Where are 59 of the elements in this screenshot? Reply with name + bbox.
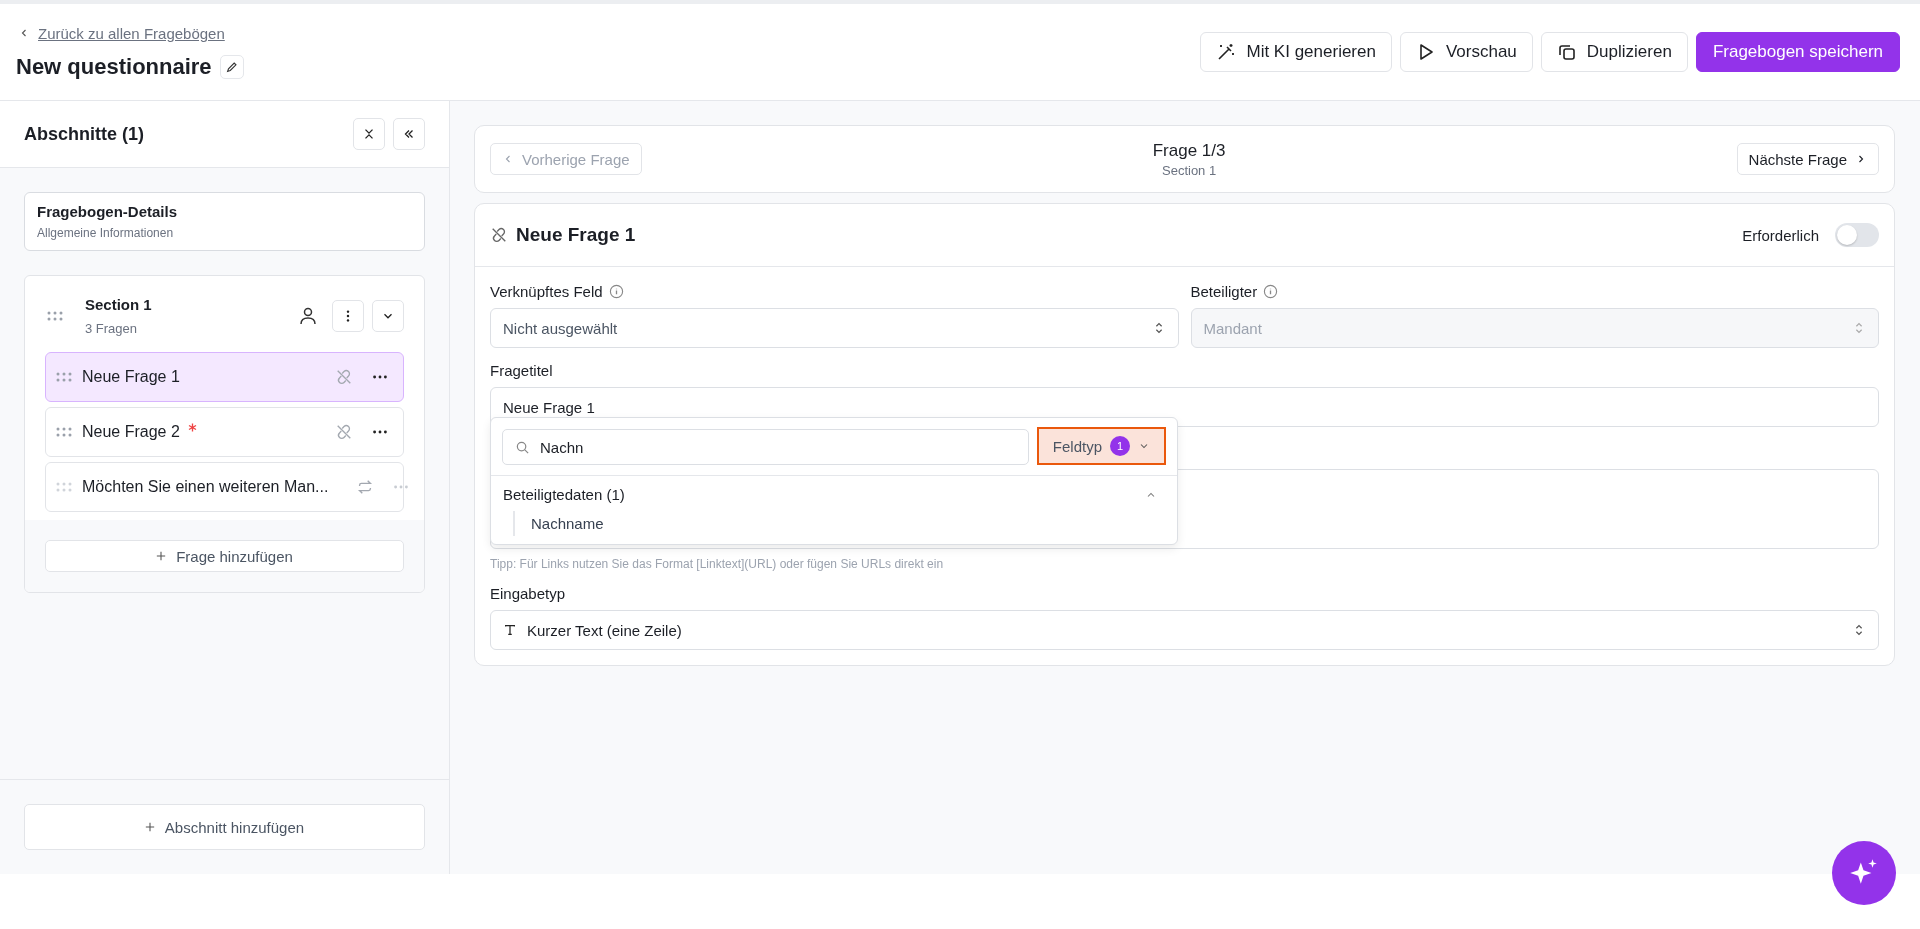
hint-text: Tipp: Für Links nutzen Sie das Format [Linktext](URL) oder fügen Sie URLs direkt ein	[490, 557, 945, 571]
collapse-icon	[362, 127, 376, 141]
question-item[interactable]: Neue Frage 2	[45, 407, 404, 457]
double-chevron-left-icon	[402, 127, 416, 141]
field-label: Eingabetyp	[490, 585, 567, 602]
details-subtitle: Allgemeine Informationen	[37, 226, 175, 240]
person-icon[interactable]	[298, 306, 318, 326]
search-field[interactable]: Nachn	[502, 429, 1029, 465]
unlink-icon	[335, 423, 353, 441]
section-title: Section 1	[85, 296, 153, 313]
field-label: Beteiligter	[1190, 283, 1258, 300]
drag-handle-icon[interactable]	[56, 427, 72, 437]
required-toggle[interactable]	[1835, 223, 1879, 247]
field-type-filter[interactable]: Feldtyp 1	[1036, 427, 1166, 465]
question-item[interactable]: Neue Frage 1	[45, 352, 404, 402]
next-question-button[interactable]: Nächste Frage	[1736, 143, 1879, 175]
questionnaire-title: New questionnaire	[16, 53, 212, 80]
text-type-icon	[503, 623, 517, 637]
input-type-select[interactable]: Kurzer Text (eine Zeile)	[490, 610, 1879, 650]
sidebar-title: Abschnitte (1)	[24, 123, 144, 145]
pencil-icon	[224, 59, 239, 74]
section-label: Section 1	[1162, 162, 1217, 178]
drag-handle-icon[interactable]	[56, 372, 72, 382]
back-link[interactable]: Zurück zu allen Fragebögen	[16, 24, 244, 42]
required-label: Erforderlich	[1742, 226, 1819, 244]
question-title: Möchten Sie einen weiteren Man...	[82, 478, 329, 496]
details-title: Fragebogen-Details	[37, 203, 179, 220]
collapse-sidebar-button[interactable]	[393, 118, 425, 150]
plus-icon	[144, 822, 155, 832]
search-icon	[515, 439, 530, 455]
unlink-icon	[490, 226, 508, 244]
field-label: Fragetitel	[490, 362, 554, 379]
info-icon[interactable]	[608, 284, 624, 299]
question-count: 3 Fragen	[85, 321, 139, 336]
drag-handle-icon[interactable]	[47, 311, 63, 321]
edit-title-button[interactable]	[219, 54, 244, 79]
question-heading: Neue Frage 1	[516, 224, 636, 246]
field-label: Verknüpftes Feld	[490, 283, 603, 300]
copy-icon	[1556, 42, 1577, 62]
question-title: Neue Frage 2	[82, 423, 180, 441]
question-title: Neue Frage 1	[82, 368, 180, 386]
details-card[interactable]: Fragebogen-Details Allgemeine Informationen	[24, 192, 425, 251]
question-position: Frage 1/3	[1152, 140, 1226, 161]
info-icon[interactable]	[1263, 284, 1279, 299]
unlink-icon	[335, 368, 353, 386]
generate-button[interactable]: Mit KI generieren	[1200, 32, 1392, 72]
group-header[interactable]: Beteiligtedaten (1)	[491, 476, 1177, 511]
preview-button[interactable]: Vorschau	[1399, 32, 1533, 72]
linked-field-select[interactable]: Nicht ausgewählt	[490, 308, 1179, 348]
add-section-button[interactable]: Abschnitt hinzufügen	[24, 804, 425, 850]
duplicate-button[interactable]: Duplizieren	[1540, 32, 1688, 72]
plus-icon	[156, 551, 167, 561]
magic-wand-icon	[1216, 42, 1237, 62]
collapse-all-button[interactable]	[353, 118, 385, 150]
add-question-button[interactable]: Frage hinzufügen	[45, 540, 404, 572]
save-button[interactable]: Fragebogen speichern	[1695, 32, 1900, 72]
drag-handle-icon[interactable]	[56, 482, 72, 492]
field-option[interactable]: Nachname	[531, 515, 1177, 532]
expand-toggle-button[interactable]	[372, 300, 404, 332]
